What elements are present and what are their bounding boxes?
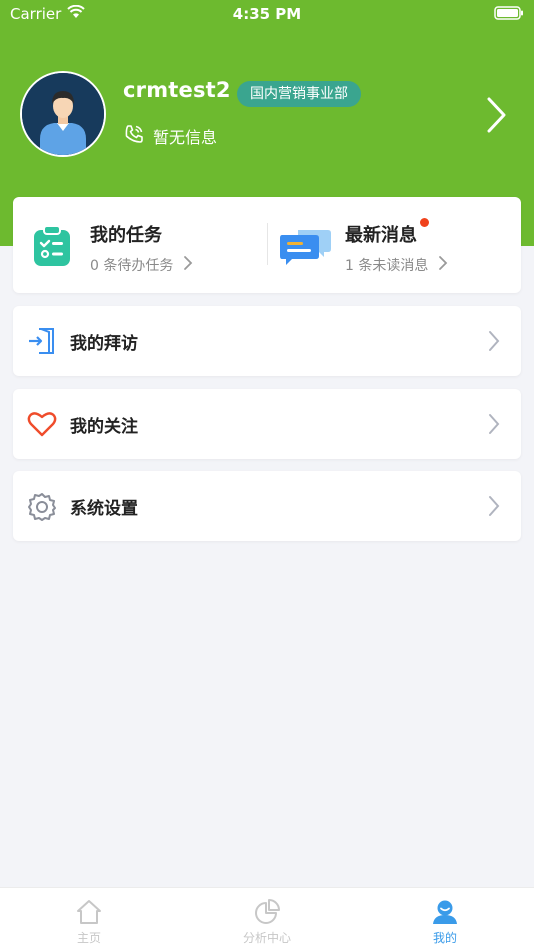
tab-analytics[interactable]: 分析中心: [178, 888, 356, 950]
latest-messages-subtitle: 1 条未读消息: [345, 255, 448, 275]
chevron-right-icon: [438, 255, 448, 275]
avatar[interactable]: [20, 71, 106, 157]
pie-chart-icon: [254, 899, 280, 929]
tab-analytics-label: 分析中心: [242, 931, 291, 945]
stats-card: 我的任务 0 条待办任务 最新消息 1 条未读消息: [13, 197, 521, 293]
phone-text: 暂无信息: [153, 128, 218, 147]
status-time: 4:35 PM: [232, 5, 302, 23]
department-badge: 国内营销事业部: [237, 81, 361, 107]
chat-bubbles-icon: [280, 227, 332, 271]
menu-label-my-visits: 我的拜访: [70, 334, 138, 354]
chevron-right-icon: [183, 255, 193, 275]
battery-icon: [494, 6, 524, 24]
person-avatar-icon: [22, 73, 104, 155]
user-icon: [432, 899, 458, 929]
heart-icon: [27, 410, 57, 442]
unread-messages-count: 1 条未读消息: [345, 258, 429, 274]
my-tasks-subtitle: 0 条待办任务: [90, 255, 193, 275]
status-bar: Carrier 4:35 PM: [0, 0, 534, 30]
sign-in-icon: [27, 327, 57, 359]
profile-chevron-right-icon[interactable]: [484, 96, 508, 138]
tab-home-label: 主页: [76, 931, 101, 945]
unread-dot: [420, 218, 429, 227]
tab-home[interactable]: 主页: [0, 888, 178, 950]
tab-mine[interactable]: 我的: [356, 888, 534, 950]
username: crmtest2: [123, 78, 231, 102]
latest-messages-stat[interactable]: 最新消息 1 条未读消息: [268, 197, 521, 293]
phone-row: 暂无信息: [123, 123, 217, 149]
menu-item-my-follows[interactable]: 我的关注: [13, 389, 521, 459]
menu-item-my-visits[interactable]: 我的拜访: [13, 306, 521, 376]
clipboard-check-icon: [33, 225, 71, 271]
menu-label-system-settings: 系统设置: [70, 499, 138, 519]
chevron-right-icon: [487, 412, 501, 440]
pending-tasks-count: 0 条待办任务: [90, 258, 174, 274]
tab-mine-label: 我的: [432, 931, 457, 945]
menu-item-system-settings[interactable]: 系统设置: [13, 471, 521, 541]
gear-icon: [27, 492, 57, 526]
latest-messages-title: 最新消息: [345, 225, 417, 246]
chevron-right-icon: [487, 494, 501, 522]
home-icon: [76, 899, 102, 929]
my-tasks-stat[interactable]: 我的任务 0 条待办任务: [13, 197, 267, 293]
phone-icon: [123, 123, 145, 149]
bottom-tab-bar: 主页 分析中心 我的: [0, 887, 534, 950]
chevron-right-icon: [487, 329, 501, 357]
menu-label-my-follows: 我的关注: [70, 417, 138, 437]
my-tasks-title: 我的任务: [90, 225, 162, 246]
